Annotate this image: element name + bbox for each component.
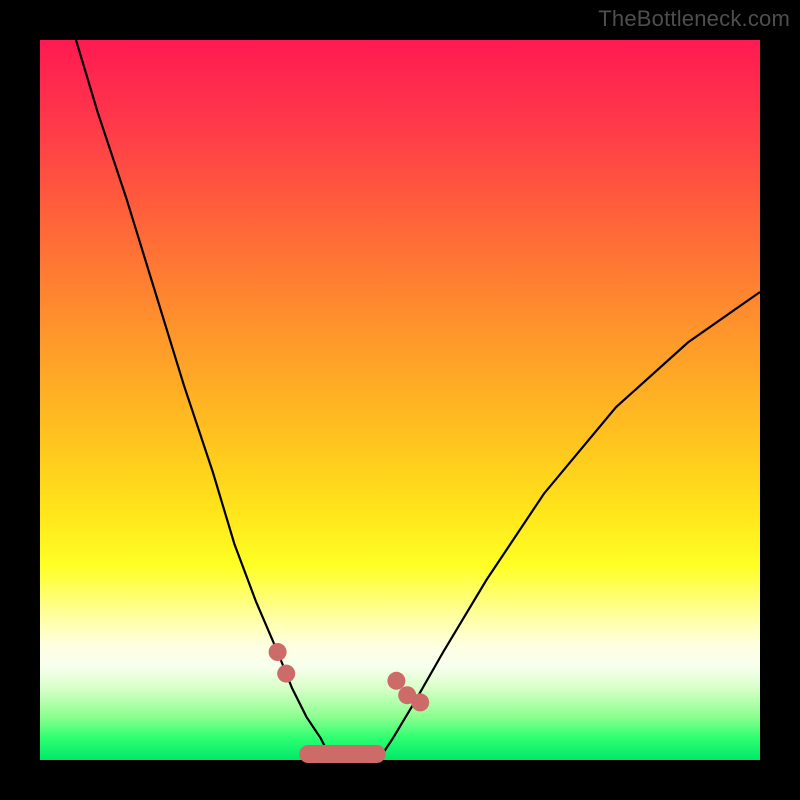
curve-svg [40, 40, 760, 760]
data-marker [269, 643, 287, 661]
right-curve [378, 292, 760, 760]
plot-area [40, 40, 760, 760]
data-marker [411, 693, 429, 711]
markers-group [269, 643, 430, 711]
watermark-text: TheBottleneck.com [598, 6, 790, 32]
chart-frame: TheBottleneck.com [0, 0, 800, 800]
optimal-zone-pill [299, 745, 385, 763]
data-marker [387, 672, 405, 690]
data-marker [277, 665, 295, 683]
left-curve [76, 40, 332, 760]
